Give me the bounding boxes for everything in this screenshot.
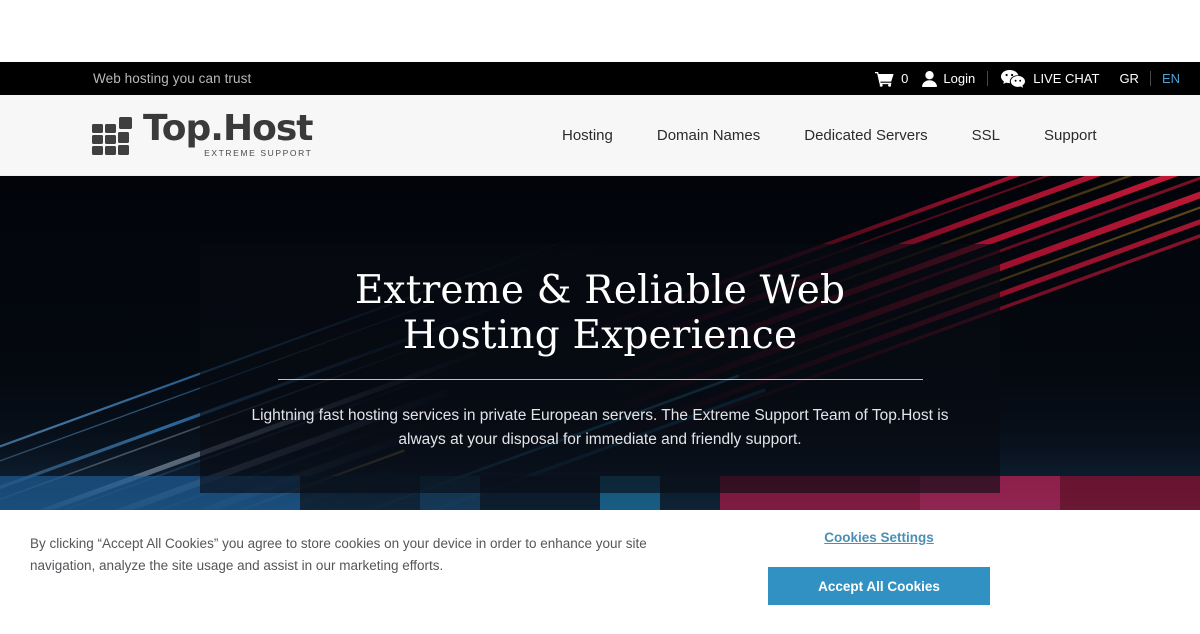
site-logo[interactable]: Top.Host EXTREME SUPPORT: [92, 108, 313, 161]
hero-subtitle: Lightning fast hosting services in priva…: [251, 407, 949, 448]
main-navigation: Hosting Domain Names Dedicated Servers S…: [540, 127, 1119, 144]
page-root: Web hosting you can trust 0 Login LIVE C…: [0, 0, 1200, 634]
logo-wordmark: Top.Host: [143, 108, 313, 149]
nav-item-domain-names[interactable]: Domain Names: [635, 127, 782, 144]
hero-overlay-panel: Extreme & Reliable Web Hosting Experienc…: [200, 244, 1000, 493]
nav-item-hosting[interactable]: Hosting: [540, 127, 635, 144]
logo-text-block: Top.Host EXTREME SUPPORT: [143, 108, 313, 159]
cart-count: 0: [901, 71, 909, 86]
login-button[interactable]: Login: [922, 70, 976, 87]
user-icon: [922, 70, 938, 87]
live-chat-button[interactable]: LIVE CHAT: [1001, 69, 1100, 88]
language-switcher: GR EN: [1119, 71, 1180, 86]
hero-divider: [277, 379, 923, 380]
main-header: Top.Host EXTREME SUPPORT Hosting Domain …: [0, 95, 1200, 176]
live-chat-label: LIVE CHAT: [1033, 71, 1100, 86]
shopping-cart-icon: [875, 71, 894, 87]
cookie-consent-text: By clicking “Accept All Cookies” you agr…: [30, 536, 647, 573]
hero-title: Extreme & Reliable Web Hosting Experienc…: [354, 268, 846, 358]
login-label: Login: [943, 71, 976, 86]
utility-bar: Web hosting you can trust 0 Login LIVE C…: [0, 62, 1200, 95]
utility-bar-right: 0 Login LIVE CHAT GR EN: [875, 62, 1200, 95]
chat-bubbles-icon: [1001, 69, 1026, 88]
cart-button[interactable]: 0: [875, 71, 908, 87]
lang-option-en[interactable]: EN: [1151, 71, 1180, 86]
cookies-settings-link[interactable]: Cookies Settings: [824, 530, 934, 545]
logo-tagline: EXTREME SUPPORT: [204, 148, 313, 158]
top-white-strip: [0, 0, 1200, 62]
accept-all-cookies-button[interactable]: Accept All Cookies: [768, 567, 990, 605]
cookie-consent-actions: Cookies Settings Accept All Cookies: [768, 530, 990, 605]
utility-divider-1: [987, 71, 989, 86]
nine-squares-grid-icon: [92, 117, 134, 160]
nav-item-dedicated-servers[interactable]: Dedicated Servers: [782, 127, 949, 144]
lang-option-gr[interactable]: GR: [1119, 71, 1150, 86]
site-tagline: Web hosting you can trust: [93, 71, 252, 86]
cookie-consent-banner: By clicking “Accept All Cookies” you agr…: [0, 510, 1200, 634]
nav-item-ssl[interactable]: SSL: [950, 127, 1022, 144]
nav-item-support[interactable]: Support: [1022, 127, 1119, 144]
hero-section: Extreme & Reliable Web Hosting Experienc…: [0, 176, 1200, 514]
